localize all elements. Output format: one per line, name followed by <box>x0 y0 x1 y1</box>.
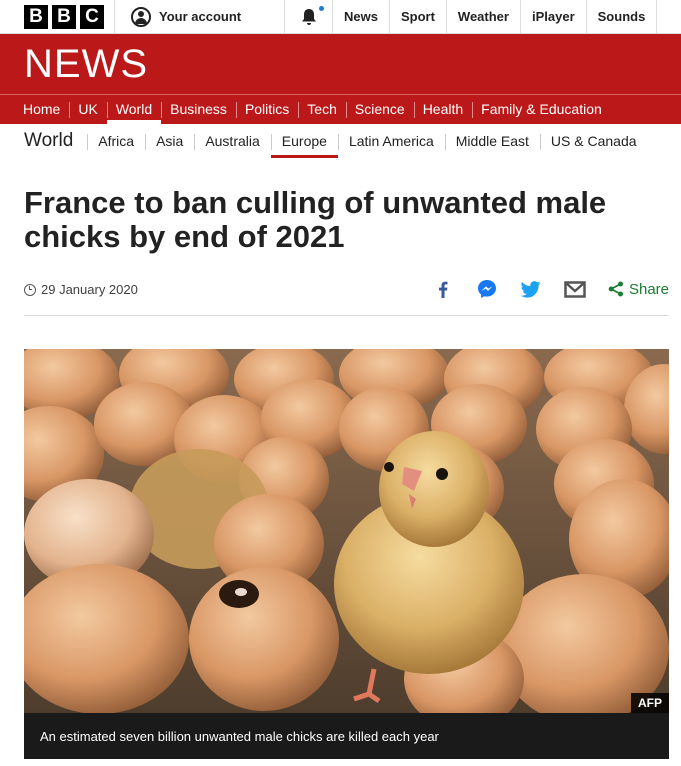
twitter-icon[interactable] <box>520 279 542 299</box>
article-image: AFP <box>24 349 669 713</box>
section-title[interactable]: World <box>24 130 73 152</box>
nav-item-uk[interactable]: UK <box>69 95 106 124</box>
bbc-logo-letter: C <box>80 4 104 29</box>
image-credit: AFP <box>631 693 669 713</box>
clock-icon <box>24 283 36 296</box>
notification-dot <box>319 6 324 11</box>
nav-item-tech[interactable]: Tech <box>298 95 346 124</box>
account-icon <box>131 6 151 27</box>
subnav-item-middle-east[interactable]: Middle East <box>444 124 540 158</box>
bbc-logo[interactable]: B B C <box>0 0 115 33</box>
topnav-news[interactable]: News <box>333 0 390 33</box>
news-logo[interactable]: NEWS <box>24 42 148 87</box>
sub-nav: World Africa Asia Australia Europe Latin… <box>0 124 681 158</box>
nav-item-science[interactable]: Science <box>345 95 414 124</box>
account-label: Your account <box>159 9 242 24</box>
image-caption: An estimated seven billion unwanted male… <box>24 713 669 759</box>
nav-item-family-education[interactable]: Family & Education <box>472 95 611 124</box>
topnav-sounds[interactable]: Sounds <box>587 0 658 33</box>
bell-icon <box>301 8 316 25</box>
notifications-button[interactable] <box>285 0 333 33</box>
messenger-icon[interactable] <box>476 279 498 299</box>
share-label: Share <box>628 280 669 298</box>
main-nav: Home UK World Business Politics Tech Sci… <box>0 94 681 124</box>
share-icon <box>608 281 623 297</box>
nav-item-politics[interactable]: Politics <box>235 95 298 124</box>
subnav-item-us-canada[interactable]: US & Canada <box>539 124 648 158</box>
top-bar: B B C Your account News Sport Weather iP… <box>0 0 681 34</box>
subnav-item-asia[interactable]: Asia <box>145 124 194 158</box>
topnav-iplayer[interactable]: iPlayer <box>521 0 587 33</box>
account-link[interactable]: Your account <box>115 0 285 33</box>
article-date: 29 January 2020 <box>24 282 138 297</box>
subnav-item-latin-america[interactable]: Latin America <box>337 124 445 158</box>
chick-on-eggs-illustration <box>24 349 669 713</box>
top-nav: News Sport Weather iPlayer Sounds <box>333 0 658 33</box>
subnav-item-africa[interactable]: Africa <box>87 124 145 158</box>
facebook-icon[interactable] <box>432 279 454 299</box>
email-icon[interactable] <box>564 279 586 299</box>
topnav-weather[interactable]: Weather <box>447 0 521 33</box>
share-tools: Share <box>432 279 669 299</box>
nav-item-world[interactable]: World <box>106 95 162 124</box>
article-meta: 29 January 2020 Share <box>24 279 669 316</box>
nav-item-home[interactable]: Home <box>14 95 69 124</box>
article-headline: France to ban culling of unwanted male c… <box>24 185 607 254</box>
bbc-logo-letter: B <box>24 4 48 29</box>
share-button[interactable]: Share <box>608 281 669 298</box>
news-banner: NEWS <box>0 34 681 94</box>
date-text: 29 January 2020 <box>41 282 138 297</box>
nav-item-health[interactable]: Health <box>413 95 472 124</box>
subnav-item-europe[interactable]: Europe <box>270 124 339 158</box>
topnav-sport[interactable]: Sport <box>390 0 447 33</box>
bbc-logo-letter: B <box>52 4 76 29</box>
subnav-item-australia[interactable]: Australia <box>194 124 270 158</box>
nav-item-business[interactable]: Business <box>161 95 236 124</box>
